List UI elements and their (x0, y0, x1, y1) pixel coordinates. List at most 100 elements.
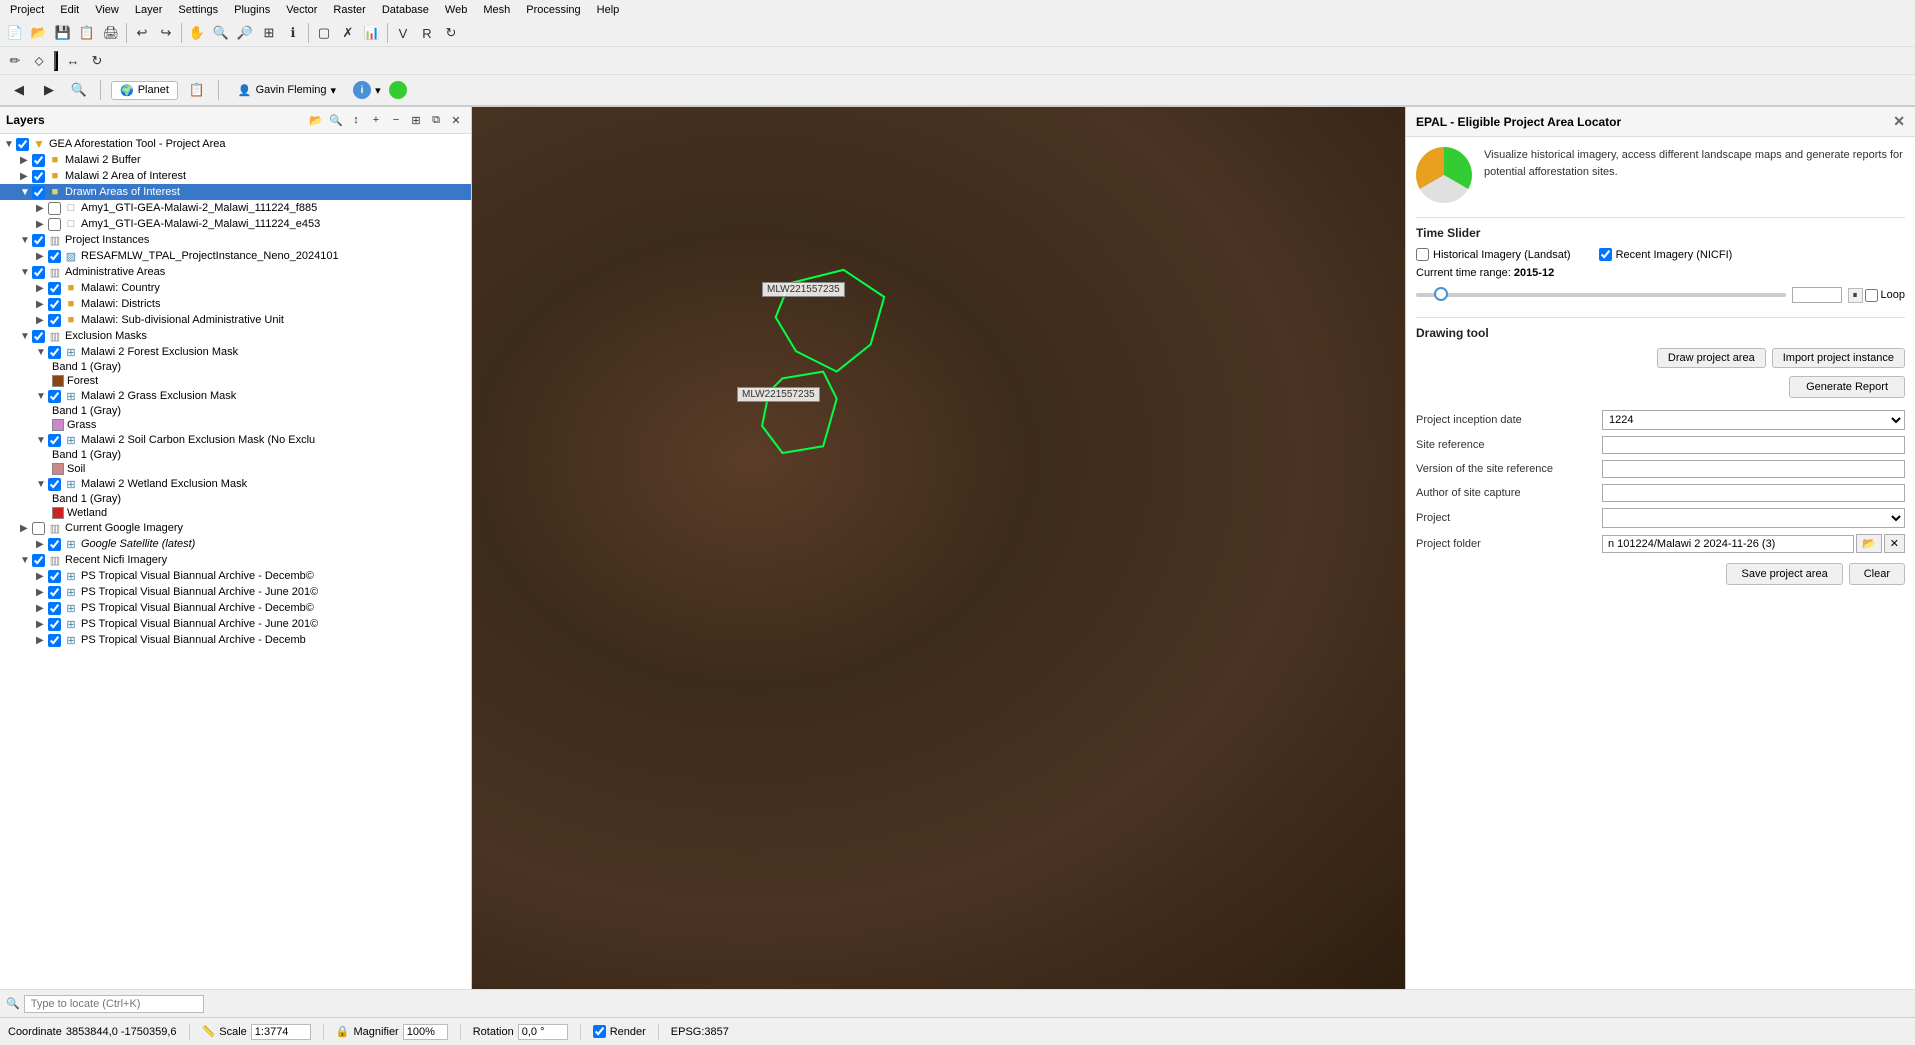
layer-exclusion-masks[interactable]: ▼ ▥ Exclusion Masks (0, 328, 471, 344)
layer-malawi-country[interactable]: ▶ ■ Malawi: Country (0, 280, 471, 296)
identify-btn[interactable]: ℹ (282, 22, 304, 44)
layer-ps-trop-dec1[interactable]: ▶ ⊞ PS Tropical Visual Biannual Archive … (0, 568, 471, 584)
menu-mesh[interactable]: Mesh (479, 2, 514, 18)
layer-ps-trop-dec2[interactable]: ▶ ⊞ PS Tropical Visual Biannual Archive … (0, 600, 471, 616)
epal-close-btn[interactable]: ✕ (1893, 113, 1905, 130)
layer-forest-mask-checkbox[interactable] (48, 346, 61, 359)
version-input[interactable] (1602, 460, 1905, 478)
info-circle-icon[interactable]: i (353, 81, 371, 99)
layer-grass-mask-checkbox[interactable] (48, 390, 61, 403)
layer-soil-mask-checkbox[interactable] (48, 434, 61, 447)
menu-web[interactable]: Web (441, 2, 471, 18)
menu-vector[interactable]: Vector (282, 2, 321, 18)
recent-imagery-checkbox[interactable] (1599, 248, 1612, 261)
render-checkbox[interactable] (593, 1025, 606, 1038)
rotate-btn[interactable]: ↻ (86, 50, 108, 72)
folder-clear-btn[interactable]: ✕ (1884, 534, 1905, 553)
attribute-btn[interactable]: 📊 (361, 22, 383, 44)
layer-grass-mask[interactable]: ▼ ⊞ Malawi 2 Grass Exclusion Mask (0, 388, 471, 404)
layer-drawn-aoi[interactable]: ▼ ■ Drawn Areas of Interest (0, 184, 471, 200)
move-btn[interactable]: ↔ (62, 50, 84, 72)
planet-button[interactable]: 🌍 Planet (111, 81, 178, 100)
menu-settings[interactable]: Settings (174, 2, 222, 18)
map-area[interactable]: MLW221557235 MLW221557235 (472, 107, 1405, 989)
layers-float-btn[interactable]: ⧉ (427, 111, 445, 129)
layers-add-btn[interactable]: + (367, 111, 385, 129)
pause-button[interactable]: ⏸ (1848, 288, 1863, 303)
zoom-in-btn[interactable]: 🔍 (210, 22, 232, 44)
layer-malawi2-aoi[interactable]: ▶ ■ Malawi 2 Area of Interest (0, 168, 471, 184)
time-slider-thumb[interactable] (1434, 287, 1448, 301)
rotation-input[interactable] (518, 1024, 568, 1040)
layer-resafmlw-checkbox[interactable] (48, 250, 61, 263)
open-project-btn[interactable]: 📂 (28, 22, 50, 44)
folder-browse-btn[interactable]: 📂 (1856, 534, 1882, 553)
menu-plugins[interactable]: Plugins (230, 2, 274, 18)
time-slider-spin[interactable]: 1,00 (1792, 287, 1842, 303)
layer-ps-trop-jun2[interactable]: ▶ ⊞ PS Tropical Visual Biannual Archive … (0, 616, 471, 632)
menu-database[interactable]: Database (378, 2, 433, 18)
save-project-area-btn[interactable]: Save project area (1726, 563, 1842, 585)
save-as-btn[interactable]: 📋 (76, 22, 98, 44)
layer-ps-trop-jun2-checkbox[interactable] (48, 618, 61, 631)
inception-date-select[interactable]: 1224 (1602, 410, 1905, 430)
planet-settings-btn[interactable]: 📋 (186, 79, 208, 101)
print-btn[interactable]: 🖨 (100, 22, 122, 44)
recent-imagery-label[interactable]: Recent Imagery (NICFI) (1599, 248, 1733, 261)
layers-expand-btn[interactable]: ⊞ (407, 111, 425, 129)
magnifier-input[interactable] (403, 1024, 448, 1040)
site-reference-input[interactable] (1602, 436, 1905, 454)
layer-drawn-aoi-checkbox[interactable] (32, 186, 45, 199)
pan-btn[interactable]: ✋ (186, 22, 208, 44)
new-project-btn[interactable]: 📄 (4, 22, 26, 44)
locate-input[interactable] (24, 995, 204, 1013)
layer-amy1-e453[interactable]: ▶ □ Amy1_GTI-GEA-Malawi-2_Malawi_111224_… (0, 216, 471, 232)
zoom-out-btn[interactable]: 🔎 (234, 22, 256, 44)
user-button[interactable]: 👤 Gavin Fleming ▾ (229, 81, 345, 100)
menu-raster[interactable]: Raster (329, 2, 369, 18)
layer-malawi-country-checkbox[interactable] (48, 282, 61, 295)
deselect-btn[interactable]: ✗ (337, 22, 359, 44)
layer-proj-instances[interactable]: ▼ ▥ Project Instances (0, 232, 471, 248)
layer-ps-trop-jun1-checkbox[interactable] (48, 586, 61, 599)
scale-input[interactable] (251, 1024, 311, 1040)
project-folder-input[interactable]: n 101224/Malawi 2 2024-11-26 (3) (1602, 535, 1854, 553)
layer-wetland-mask-checkbox[interactable] (48, 478, 61, 491)
layers-close-btn[interactable]: ✕ (447, 111, 465, 129)
layer-ps-trop-jun1[interactable]: ▶ ⊞ PS Tropical Visual Biannual Archive … (0, 584, 471, 600)
layer-resafmlw[interactable]: ▶ ▨ RESAFMLW_TPAL_ProjectInstance_Neno_2… (0, 248, 471, 264)
menu-edit[interactable]: Edit (56, 2, 83, 18)
layers-sort-btn[interactable]: ↕ (347, 111, 365, 129)
add-vector-btn[interactable]: V (392, 22, 414, 44)
edit-btn[interactable]: ✏ (4, 50, 26, 72)
layer-google-sat[interactable]: ▶ ⊞ Google Satellite (latest) (0, 536, 471, 552)
layer-malawi-districts-checkbox[interactable] (48, 298, 61, 311)
layer-amy1-e453-checkbox[interactable] (48, 218, 61, 231)
historical-imagery-label[interactable]: Historical Imagery (Landsat) (1416, 248, 1571, 261)
project-select[interactable] (1602, 508, 1905, 528)
author-input[interactable] (1602, 484, 1905, 502)
layer-ps-trop-dec2-checkbox[interactable] (48, 602, 61, 615)
layer-ps-trop-dec1-checkbox[interactable] (48, 570, 61, 583)
layer-proj-instances-checkbox[interactable] (32, 234, 45, 247)
select-btn[interactable]: ▢ (313, 22, 335, 44)
zoom-map-btn[interactable]: 🔍 (68, 79, 90, 101)
layer-malawi2-buffer-checkbox[interactable] (32, 154, 45, 167)
loop-checkbox[interactable] (1865, 289, 1878, 302)
menu-layer[interactable]: Layer (131, 2, 167, 18)
nav-back-btn[interactable]: ◀ (8, 79, 30, 101)
loop-label[interactable]: Loop (1865, 289, 1905, 302)
layer-malawi-districts[interactable]: ▶ ■ Malawi: Districts (0, 296, 471, 312)
layer-ps-trop-dec3[interactable]: ▶ ⊞ PS Tropical Visual Biannual Archive … (0, 632, 471, 648)
refresh-btn[interactable]: ↻ (440, 22, 462, 44)
historical-imagery-checkbox[interactable] (1416, 248, 1429, 261)
layers-filter-btn[interactable]: 🔍 (327, 111, 345, 129)
import-project-instance-btn[interactable]: Import project instance (1772, 348, 1905, 368)
layer-wetland-mask[interactable]: ▼ ⊞ Malawi 2 Wetland Exclusion Mask (0, 476, 471, 492)
layer-gea-root-checkbox[interactable] (16, 138, 29, 151)
draw-project-area-btn[interactable]: Draw project area (1657, 348, 1766, 368)
layer-admin-areas-checkbox[interactable] (32, 266, 45, 279)
nav-fwd-btn[interactable]: ▶ (38, 79, 60, 101)
clear-btn[interactable]: Clear (1849, 563, 1905, 585)
menu-project[interactable]: Project (6, 2, 48, 18)
